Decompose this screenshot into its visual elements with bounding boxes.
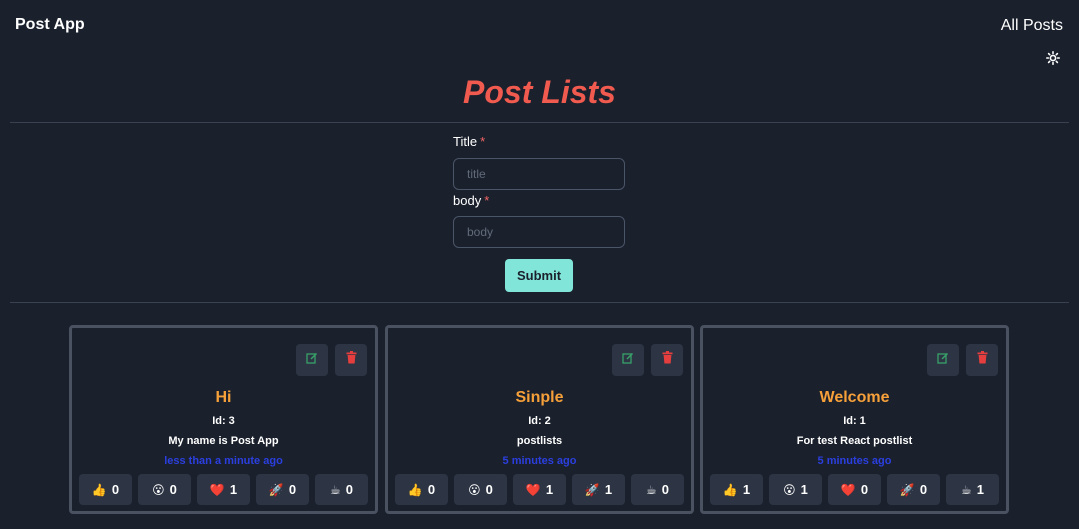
post-timestamp: 5 minutes ago xyxy=(817,455,892,467)
heart-icon: ❤️ xyxy=(209,482,225,497)
reaction-count: 1 xyxy=(800,482,808,497)
coffee-icon: ☕ xyxy=(961,482,972,497)
rocket-icon: 🚀 xyxy=(899,482,915,497)
reaction-button[interactable]: ☕ 1 xyxy=(946,474,999,505)
edit-icon xyxy=(937,351,949,369)
reaction-count: 1 xyxy=(229,482,238,497)
post-title: Sinple xyxy=(515,389,564,406)
reaction-button[interactable]: ☕ 0 xyxy=(631,474,684,505)
reaction-count: 0 xyxy=(288,482,297,497)
app-brand[interactable]: Post App xyxy=(15,16,85,34)
title-input[interactable] xyxy=(453,158,625,190)
wow-icon: 😮 xyxy=(783,482,796,497)
post-timestamp: less than a minute ago xyxy=(164,455,283,467)
reaction-count: 1 xyxy=(976,482,984,497)
edit-icon xyxy=(622,351,634,369)
delete-button[interactable] xyxy=(335,344,367,376)
reaction-button[interactable]: 👍 1 xyxy=(710,474,763,505)
body-input[interactable] xyxy=(453,216,625,248)
post-body: postlists xyxy=(516,435,563,447)
card-actions xyxy=(612,344,683,376)
edit-button[interactable] xyxy=(927,344,959,376)
body-label-text: body xyxy=(453,193,482,208)
wow-icon: 😮 xyxy=(468,482,481,497)
coffee-icon: ☕ xyxy=(646,482,657,497)
reaction-count: 0 xyxy=(661,482,669,497)
reaction-button[interactable]: 👍 0 xyxy=(79,474,132,505)
reaction-count: 0 xyxy=(485,482,493,497)
body-label: body * xyxy=(453,193,625,211)
edit-button[interactable] xyxy=(296,344,328,376)
edit-button[interactable] xyxy=(612,344,644,376)
post-id: Id: 2 xyxy=(528,415,551,427)
reaction-button[interactable]: ❤️ 0 xyxy=(828,474,881,505)
top-divider xyxy=(10,122,1069,123)
reaction-button[interactable]: 😮 0 xyxy=(454,474,507,505)
post-title: Welcome xyxy=(819,389,890,406)
card-actions xyxy=(927,344,998,376)
reaction-count: 0 xyxy=(919,482,928,497)
sun-icon[interactable] xyxy=(1045,50,1061,66)
heart-icon: ❤️ xyxy=(525,482,541,497)
card-actions xyxy=(296,344,367,376)
reaction-count: 0 xyxy=(111,482,120,497)
rocket-icon: 🚀 xyxy=(584,482,600,497)
page-title: Post Lists xyxy=(463,74,616,110)
reaction-count: 0 xyxy=(860,482,869,497)
reaction-count: 1 xyxy=(604,482,613,497)
reaction-count: 1 xyxy=(545,482,554,497)
reaction-button[interactable]: 😮 1 xyxy=(769,474,822,505)
reaction-button[interactable]: ❤️ 1 xyxy=(513,474,566,505)
post-timestamp: 5 minutes ago xyxy=(502,455,577,467)
heart-icon: ❤️ xyxy=(840,482,856,497)
required-mark: * xyxy=(480,134,486,149)
reaction-count: 0 xyxy=(427,482,436,497)
post-id: Id: 3 xyxy=(212,415,235,427)
reaction-bar: 👍 0 😮 0 ❤️ 1 🚀 0 ☕ 0 xyxy=(79,474,368,505)
reaction-count: 0 xyxy=(169,482,177,497)
post-body: For test React postlist xyxy=(796,435,913,447)
bottom-divider xyxy=(10,302,1069,303)
delete-button[interactable] xyxy=(966,344,998,376)
wow-icon: 😮 xyxy=(152,482,165,497)
reaction-count: 1 xyxy=(742,482,751,497)
reaction-button[interactable]: 🚀 0 xyxy=(256,474,309,505)
reaction-bar: 👍 1 😮 1 ❤️ 0 🚀 0 ☕ 1 xyxy=(710,474,999,505)
post-body: My name is Post App xyxy=(168,435,279,447)
thumbs-up-icon: 👍 xyxy=(91,482,107,497)
post-card: Sinple Id: 2 postlists 5 minutes ago 👍 0 😮 0 ❤️ 1… xyxy=(385,325,694,514)
nav-all-posts-link[interactable]: All Posts xyxy=(1001,17,1063,35)
reaction-button[interactable]: 🚀 1 xyxy=(572,474,625,505)
title-label-text: Title xyxy=(453,134,478,149)
required-mark: * xyxy=(484,193,490,208)
delete-button[interactable] xyxy=(651,344,683,376)
post-card: Hi Id: 3 My name is Post App less than a mi… xyxy=(69,325,378,514)
thumbs-up-icon: 👍 xyxy=(407,482,423,497)
post-title: Hi xyxy=(215,389,232,406)
reaction-button[interactable]: 👍 0 xyxy=(395,474,448,505)
reaction-button[interactable]: ❤️ 1 xyxy=(197,474,250,505)
trash-icon xyxy=(662,351,673,369)
reaction-count: 0 xyxy=(345,482,353,497)
reaction-button[interactable]: 😮 0 xyxy=(138,474,191,505)
submit-button[interactable]: Submit xyxy=(505,259,573,292)
reaction-button[interactable]: ☕ 0 xyxy=(315,474,368,505)
title-label: Title * xyxy=(453,134,625,152)
post-card: Welcome Id: 1 For test React postlist 5 min… xyxy=(700,325,1009,514)
coffee-icon: ☕ xyxy=(330,482,341,497)
thumbs-up-icon: 👍 xyxy=(722,482,738,497)
trash-icon xyxy=(977,351,988,369)
post-id: Id: 1 xyxy=(843,415,866,427)
rocket-icon: 🚀 xyxy=(268,482,284,497)
trash-icon xyxy=(346,351,357,369)
post-form: Title* body* xyxy=(453,134,625,248)
reaction-bar: 👍 0 😮 0 ❤️ 1 🚀 1 ☕ 0 xyxy=(395,474,684,505)
reaction-button[interactable]: 🚀 0 xyxy=(887,474,940,505)
edit-icon xyxy=(306,351,318,369)
